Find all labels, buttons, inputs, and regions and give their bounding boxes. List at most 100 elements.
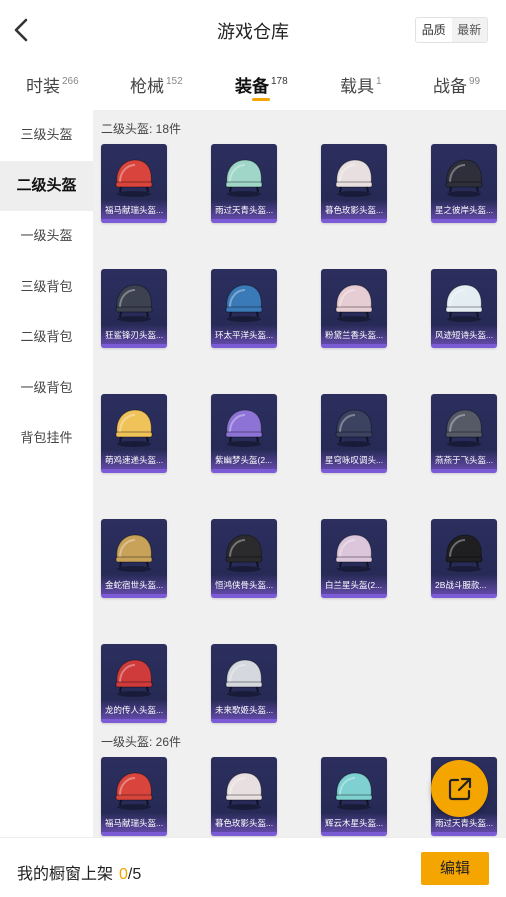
helmet-item-card[interactable]: 粉黛兰香头盔...	[321, 269, 387, 348]
helmet-item-card[interactable]: 未来歌姬头盔...	[211, 644, 277, 723]
helmet-item-card[interactable]: 萌鸡速递头盔...	[101, 394, 167, 473]
rarity-bar	[101, 594, 167, 598]
helmet-item-card[interactable]: 紫幽梦头盔(2...	[211, 394, 277, 473]
helmet-icon	[225, 659, 263, 697]
share-external-icon	[448, 777, 472, 801]
helmet-item-card[interactable]: 暮色玫影头盔...	[321, 144, 387, 223]
helmet-icon	[115, 659, 153, 697]
sidebar-item-level2-backpack[interactable]: 二级背包	[0, 312, 93, 363]
item-name: 燕燕于飞头盔...	[435, 455, 494, 465]
tab-fashion[interactable]: 时装 266	[26, 72, 79, 97]
rarity-bar	[431, 594, 497, 598]
helmet-item-card[interactable]: 福马献瑞头盔...	[101, 144, 167, 223]
helmet-icon	[225, 534, 263, 572]
tab-label: 枪械	[130, 77, 164, 96]
helmet-icon	[335, 772, 373, 810]
showcase-count: 0	[119, 866, 128, 883]
sidebar-item-backpack-charm[interactable]: 背包挂件	[0, 413, 93, 464]
sidebar-item-level2-helmet[interactable]: 二级头盔	[0, 160, 93, 211]
item-name: 福马献瑞头盔...	[105, 205, 164, 215]
tab-count: 152	[166, 76, 183, 87]
helmet-item-card[interactable]: 燕燕于飞头盔...	[431, 394, 497, 473]
rarity-bar	[321, 219, 387, 223]
item-name: 辉云木星头盔...	[325, 818, 384, 828]
helmet-icon	[335, 409, 373, 447]
helmet-icon	[115, 772, 153, 810]
rarity-bar	[321, 469, 387, 473]
item-name: 福马献瑞头盔...	[105, 818, 164, 828]
tab-label: 战备	[433, 77, 467, 96]
rarity-bar	[211, 832, 277, 836]
edit-button[interactable]: 编辑	[421, 852, 489, 885]
rarity-bar	[101, 219, 167, 223]
item-name: 金蛇宿世头盔...	[105, 580, 164, 590]
helmet-item-card[interactable]: 暮色玫影头盔...	[211, 757, 277, 836]
tab-equipment[interactable]: 装备 178	[235, 72, 288, 97]
helmet-item-card[interactable]: 星穹咏叹调头...	[321, 394, 387, 473]
showcase-total: /5	[127, 866, 142, 883]
showcase-label: 我的橱窗上架	[17, 866, 114, 883]
helmet-item-card[interactable]: 2B战斗服款...	[431, 519, 497, 598]
tab-guns[interactable]: 枪械 152	[130, 72, 183, 97]
helmet-icon	[115, 534, 153, 572]
item-grid: 二级头盔: 18件 一级头盔: 26件 福马献瑞头盔... 雨过天青头盔... 暮色…	[93, 110, 506, 837]
helmet-item-card[interactable]: 白兰星头盔(2...	[321, 519, 387, 598]
helmet-item-card[interactable]: 雨过天青头盔...	[211, 144, 277, 223]
helmet-item-card[interactable]: 辉云木星头盔...	[321, 757, 387, 836]
item-name: 萌鸡速递头盔...	[105, 455, 164, 465]
helmet-item-card[interactable]: 龙的传人头盔...	[101, 644, 167, 723]
rarity-bar	[431, 219, 497, 223]
helmet-item-card[interactable]: 恒鸿侠骨头盔...	[211, 519, 277, 598]
section-title: 二级头盔: 18件	[101, 122, 182, 136]
tab-count: 99	[469, 76, 481, 87]
sidebar: 三级头盔 二级头盔 一级头盔 三级背包 二级背包 一级背包 背包挂件	[0, 110, 93, 837]
helmet-icon	[225, 772, 263, 810]
sort-toggle: 品质 最新	[415, 17, 488, 43]
helmet-item-card[interactable]: 环太平洋头盔...	[211, 269, 277, 348]
header: 游戏仓库 品质 最新	[0, 0, 506, 60]
sort-quality-button[interactable]: 品质	[416, 18, 452, 42]
rarity-bar	[101, 719, 167, 723]
tab-count: 178	[271, 76, 288, 87]
sidebar-item-level3-backpack[interactable]: 三级背包	[0, 262, 93, 313]
rarity-bar	[321, 344, 387, 348]
item-name: 2B战斗服款...	[435, 580, 487, 590]
item-name: 风迹短诗头盔...	[435, 330, 494, 340]
tab-count: 1	[376, 76, 382, 87]
rarity-bar	[101, 832, 167, 836]
helmet-icon	[225, 409, 263, 447]
item-name: 紫幽梦头盔(2...	[215, 455, 273, 465]
helmet-icon	[335, 159, 373, 197]
item-name: 狂鲨锋刃头盔...	[105, 330, 164, 340]
helmet-icon	[335, 284, 373, 322]
rarity-bar	[211, 344, 277, 348]
helmet-item-card[interactable]: 风迹短诗头盔...	[431, 269, 497, 348]
item-name: 粉黛兰香头盔...	[325, 330, 384, 340]
helmet-item-card[interactable]: 金蛇宿世头盔...	[101, 519, 167, 598]
helmet-icon	[115, 159, 153, 197]
helmet-item-card[interactable]: 星之彼岸头盔...	[431, 144, 497, 223]
item-name: 暮色玫影头盔...	[215, 818, 274, 828]
active-tab-indicator	[252, 98, 270, 101]
footer-bar: 我的橱窗上架 0/5 编辑	[0, 837, 506, 897]
tab-vehicles[interactable]: 载具 1	[340, 72, 382, 97]
helmet-item-card[interactable]: 福马献瑞头盔...	[101, 757, 167, 836]
item-name: 雨过天青头盔...	[435, 818, 494, 828]
rarity-bar	[321, 594, 387, 598]
tab-supplies[interactable]: 战备 99	[433, 72, 480, 97]
sidebar-item-level1-backpack[interactable]: 一级背包	[0, 363, 93, 414]
sidebar-item-level1-helmet[interactable]: 一级头盔	[0, 211, 93, 262]
sort-newest-button[interactable]: 最新	[451, 18, 487, 42]
rarity-bar	[101, 469, 167, 473]
helmet-item-card[interactable]: 狂鲨锋刃头盔...	[101, 269, 167, 348]
helmet-icon	[445, 409, 483, 447]
rarity-bar	[431, 832, 497, 836]
rarity-bar	[211, 594, 277, 598]
helmet-icon	[115, 409, 153, 447]
category-tabs: 时装 266 枪械 152 装备 178 载具 1 战备 99	[0, 60, 506, 110]
helmet-icon	[445, 284, 483, 322]
sidebar-item-level3-helmet[interactable]: 三级头盔	[0, 110, 93, 161]
helmet-icon	[445, 534, 483, 572]
share-button[interactable]	[431, 760, 488, 817]
rarity-bar	[431, 344, 497, 348]
